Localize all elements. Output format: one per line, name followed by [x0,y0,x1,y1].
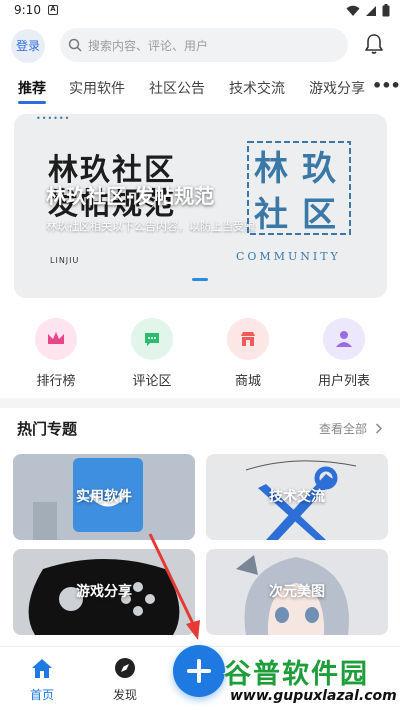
community-logo: 林 玖 社 区 [246,140,352,236]
more-tabs-icon[interactable]: ••• [372,76,400,95]
nav-home-label: 首页 [29,688,54,702]
tab-games[interactable]: 游戏分享 [309,78,365,98]
quick-link-users[interactable]: 用户列表 [309,318,379,389]
status-time: 9:10 [14,3,41,17]
topic-card-label: 游戏分享 [76,584,132,600]
category-tabs: 推荐 实用软件 社区公告 技术交流 游戏分享 ••• [0,72,400,104]
logo-char-1: 林 [254,149,288,189]
battery-icon [382,4,390,17]
search-icon [68,38,82,52]
see-all-link[interactable]: 查看全部 [319,420,383,437]
banner-title: 林玖社区-发帖规范 [46,184,215,208]
banner-dots-decoration: •••••• [36,114,71,123]
login-button[interactable]: 登录 [11,29,45,63]
quick-link-label: 排行榜 [36,374,76,389]
user-icon [323,318,365,360]
quick-link-label: 用户列表 [317,374,370,389]
section-divider [0,398,400,408]
comment-icon [131,318,173,360]
quick-link-label: 评论区 [132,374,172,389]
watermark-url: www.gupuxlazal.com [230,688,397,704]
see-all-label: 查看全部 [319,422,368,436]
logo-char-4: 区 [302,195,336,235]
topic-card-label: 次元美图 [269,584,325,600]
bell-icon[interactable] [364,33,384,55]
tab-announcements[interactable]: 社区公告 [149,78,205,98]
wifi-icon [346,5,360,16]
topic-card-software[interactable]: 实用软件 [13,454,195,540]
status-bar: 9:10 A [0,0,400,22]
nav-home[interactable]: 首页 [12,657,72,703]
banner-carousel[interactable]: •••••• 林玖社区 发帖规范 林玖社区-发帖规范 林玖社区相关以下公告内容，… [14,114,387,298]
quick-link-comments[interactable]: 评论区 [117,318,187,389]
logo-char-2: 玖 [302,149,336,189]
chevron-right-icon [375,423,382,434]
compass-icon [115,658,135,678]
notification-icon: A [48,5,58,15]
quick-link-store[interactable]: 商城 [213,318,283,389]
site-watermark: 谷普软件园 www.gupuxlazal.com [220,650,398,708]
topic-card-label: 技术交流 [269,489,325,505]
topic-card-label: 实用软件 [76,489,132,505]
banner-subtitle: 林玖社区相关以下公告内容，以防上当受骗 [46,220,255,233]
nav-discover[interactable]: 发现 [95,657,155,703]
tab-recommend[interactable]: 推荐 [18,78,46,98]
create-post-button[interactable] [173,645,225,697]
home-icon [32,659,52,678]
tab-software[interactable]: 实用软件 [69,78,125,98]
system-icons [346,4,390,17]
logo-char-3: 社 [254,195,288,235]
quick-link-ranking[interactable]: 排行榜 [21,318,91,389]
crown-icon [35,318,77,360]
banner-logo-caption: COMMUNITY [236,250,341,263]
banner-small-brand: LINJIU [50,256,80,265]
search-placeholder: 搜索内容、评论、用户 [88,39,209,53]
search-bar[interactable]: 搜索内容、评论、用户 [60,28,348,62]
watermark-name: 谷普软件园 [224,659,369,690]
topic-card-tech[interactable]: 技术交流 [206,454,388,540]
active-tab-indicator [18,101,46,104]
quick-link-label: 商城 [234,374,261,389]
hot-topics-title: 热门专题 [17,420,78,438]
top-header: 登录 搜索内容、评论、用户 [0,24,400,64]
tab-tech[interactable]: 技术交流 [229,78,285,98]
topic-card-games[interactable]: 游戏分享 [13,549,195,635]
carousel-indicator[interactable] [192,278,208,281]
nav-discover-label: 发现 [112,688,137,702]
signal-icon [366,5,376,16]
store-icon [227,318,269,360]
topic-card-anime[interactable]: 次元美图 [206,549,388,635]
